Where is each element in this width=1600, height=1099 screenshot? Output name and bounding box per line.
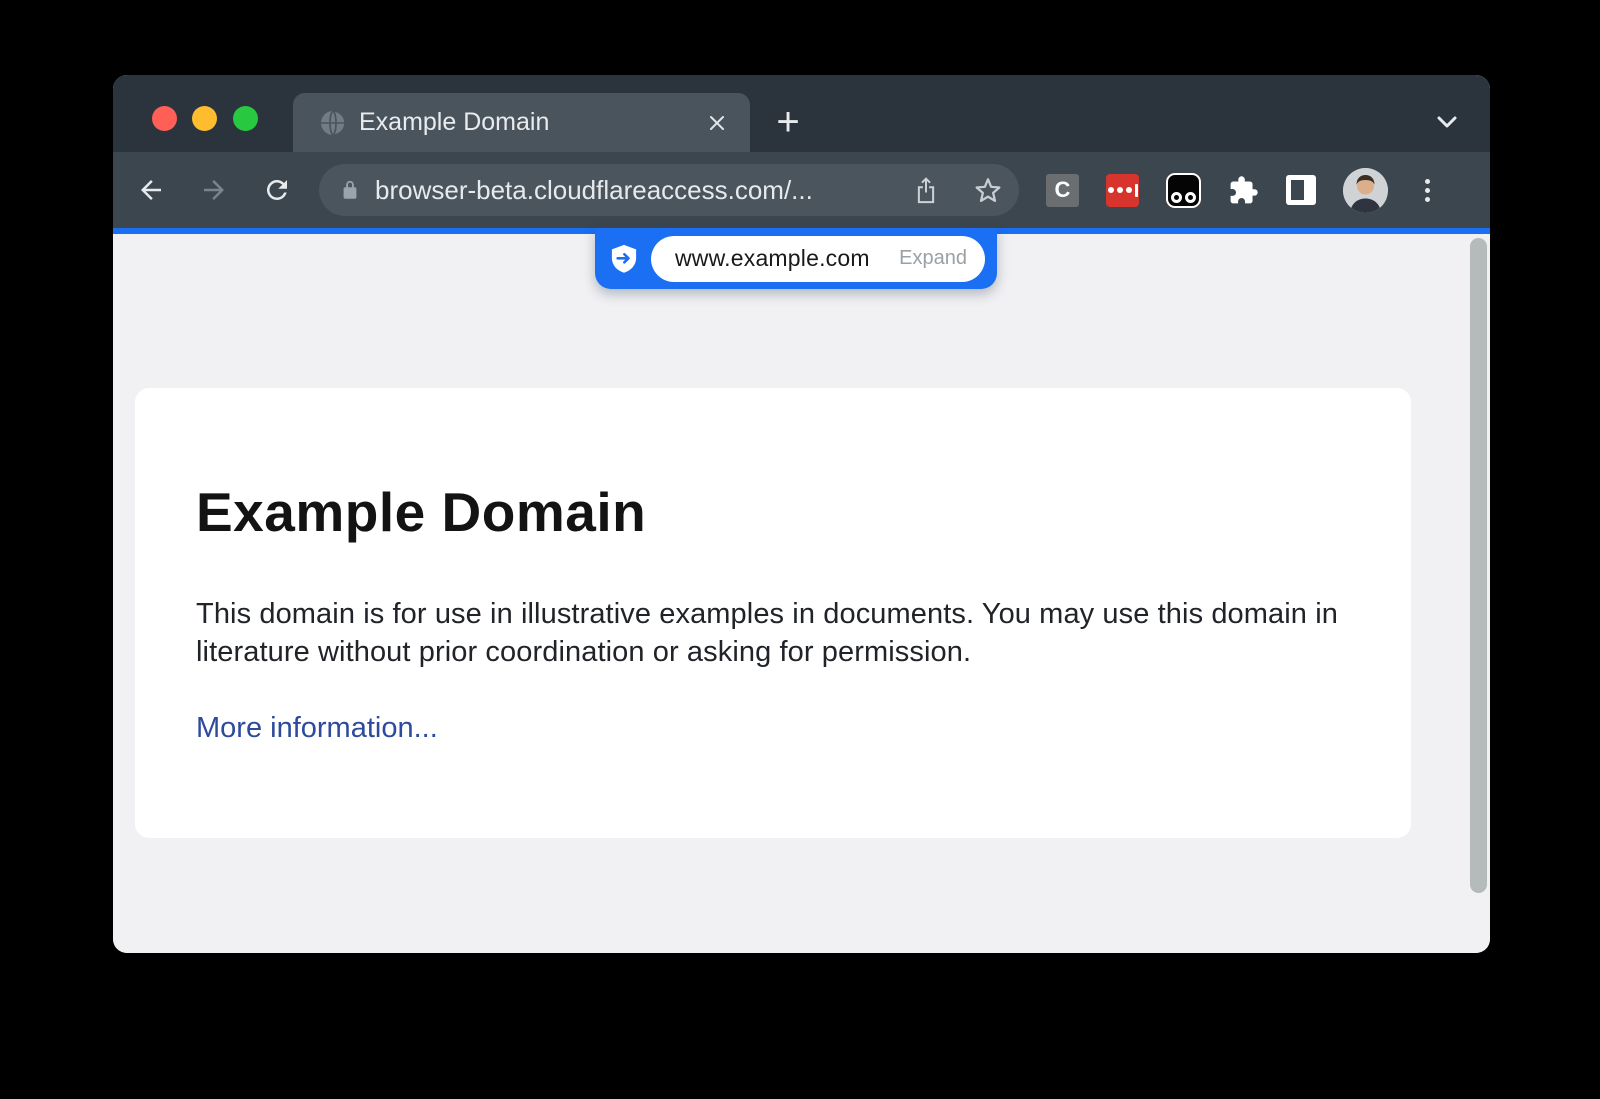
- c-extension-icon[interactable]: C: [1046, 174, 1079, 207]
- tab-title: Example Domain: [359, 108, 704, 137]
- close-window-button[interactable]: [152, 106, 177, 131]
- new-tab-button[interactable]: +: [765, 97, 811, 147]
- tab-strip: Example Domain +: [113, 75, 1490, 152]
- more-information-link[interactable]: More information...: [196, 712, 438, 745]
- isolation-site-field[interactable]: www.example.com Expand: [651, 236, 985, 282]
- address-bar[interactable]: browser-beta.cloudflareaccess.com/...: [319, 164, 1019, 216]
- forward-button[interactable]: [198, 174, 230, 206]
- black-circles-extension-icon[interactable]: [1166, 173, 1201, 208]
- side-panel-icon[interactable]: [1286, 175, 1316, 205]
- navigation-toolbar: browser-beta.cloudflareaccess.com/... C: [113, 152, 1490, 228]
- page-heading: Example Domain: [196, 480, 1350, 545]
- globe-favicon-icon: [320, 110, 346, 136]
- example-domain-card: Example Domain This domain is for use in…: [135, 388, 1411, 838]
- browser-menu-icon[interactable]: [1417, 174, 1437, 206]
- back-button[interactable]: [135, 174, 167, 206]
- zoom-window-button[interactable]: [233, 106, 258, 131]
- tab-close-icon[interactable]: [704, 110, 730, 136]
- chevron-down-icon[interactable]: [1433, 113, 1461, 133]
- page-viewport: www.example.com Expand Example Domain Th…: [113, 234, 1490, 953]
- lastpass-extension-icon[interactable]: [1106, 174, 1139, 207]
- isolation-site-url: www.example.com: [675, 245, 870, 272]
- expand-button[interactable]: Expand: [899, 247, 967, 270]
- lock-icon[interactable]: [339, 178, 361, 202]
- url-text: browser-beta.cloudflareaccess.com/...: [375, 175, 911, 206]
- shield-arrow-icon: [610, 244, 638, 274]
- share-icon[interactable]: [911, 174, 941, 206]
- bookmark-star-icon[interactable]: [973, 175, 1003, 205]
- isolation-url-pill: www.example.com Expand: [595, 228, 997, 289]
- extensions-puzzle-icon[interactable]: [1228, 175, 1259, 206]
- tab-example-domain[interactable]: Example Domain: [293, 93, 750, 152]
- browser-window: Example Domain +: [113, 75, 1490, 953]
- minimize-window-button[interactable]: [192, 106, 217, 131]
- page-paragraph: This domain is for use in illustrative e…: [196, 595, 1350, 672]
- extensions-row: C: [1046, 168, 1437, 213]
- reload-button[interactable]: [261, 174, 293, 206]
- scrollbar-thumb[interactable]: [1470, 238, 1487, 893]
- profile-avatar[interactable]: [1343, 168, 1388, 213]
